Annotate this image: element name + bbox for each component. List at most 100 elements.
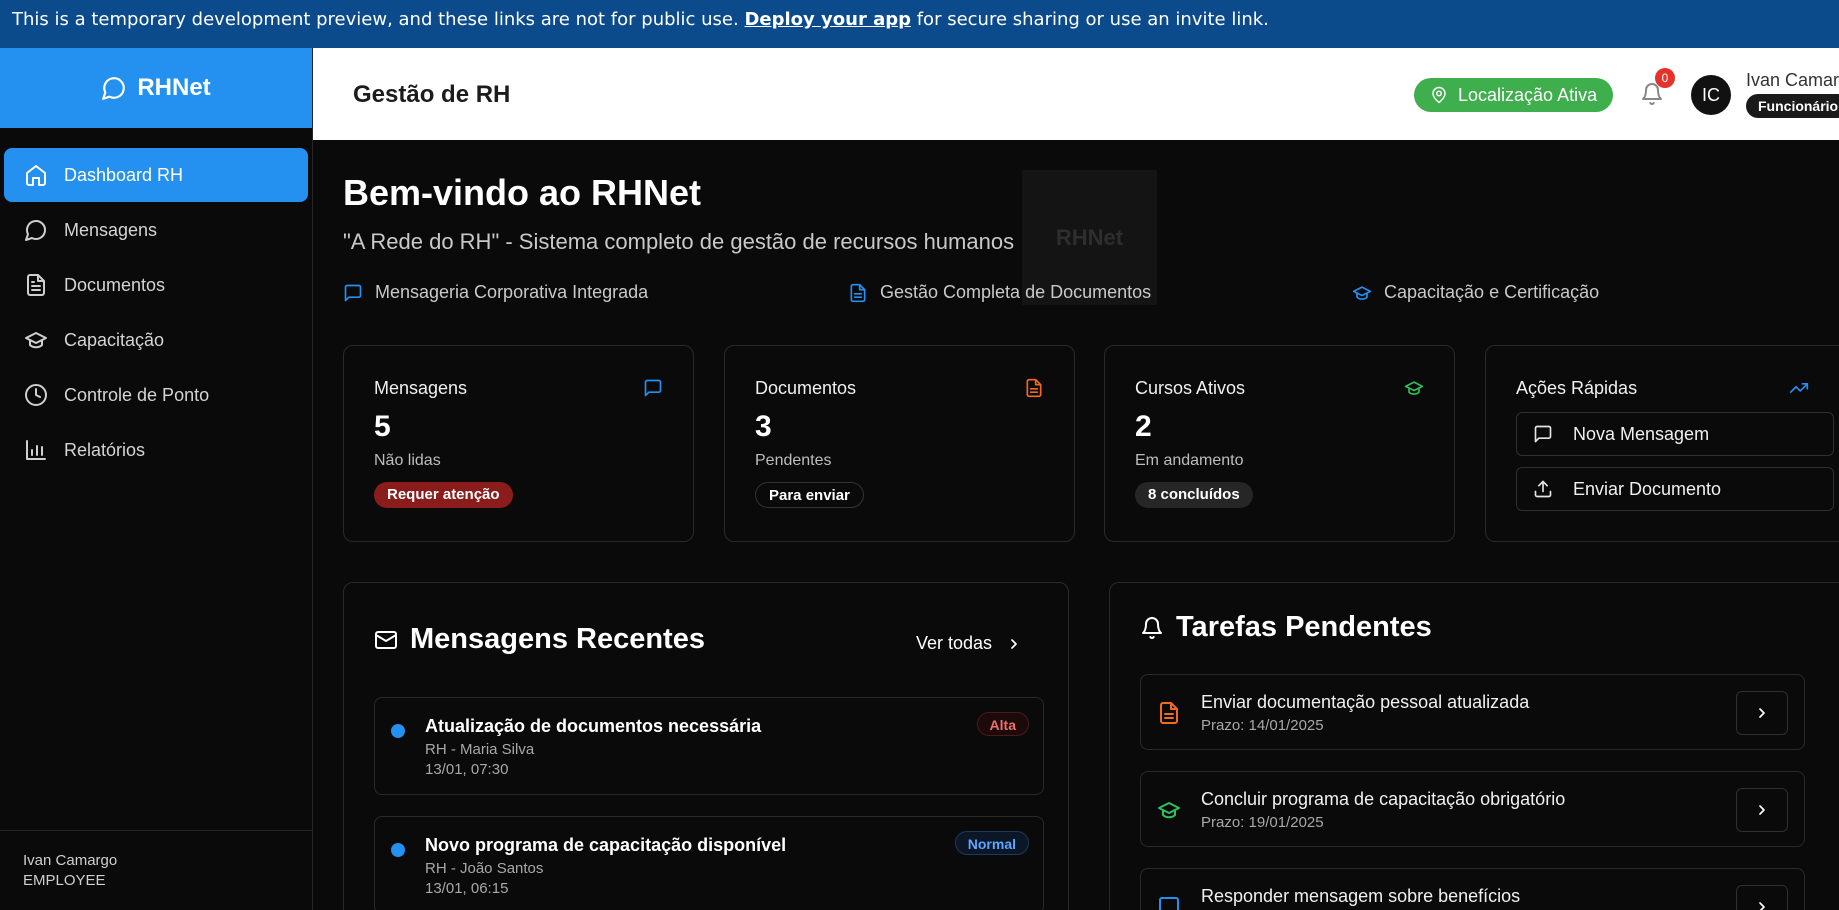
chevron-right-icon	[1759, 902, 1765, 910]
stat-card-cursos[interactable]: Cursos Ativos 2 Em andamento 8 concluído…	[1104, 345, 1455, 542]
sidebar-item-label: Documentos	[64, 274, 166, 295]
sidebar-item-controle-ponto[interactable]: Controle de Ponto	[4, 368, 308, 422]
location-label: Localização Ativa	[1458, 84, 1598, 105]
message-title: Novo programa de capacitação disponível	[425, 835, 787, 855]
unread-dot	[391, 843, 405, 857]
new-message-button[interactable]: Nova Mensagem	[1516, 412, 1834, 456]
priority-badge: Alta	[976, 712, 1029, 736]
message-list-item[interactable]: Atualização de documentos necessária RH …	[374, 697, 1044, 795]
message-title: Atualização de documentos necessária	[425, 716, 762, 736]
unread-dot	[391, 724, 405, 738]
map-pin-icon	[1432, 86, 1446, 104]
upload-document-button[interactable]: Enviar Documento	[1516, 467, 1834, 511]
sidebar-item-mensagens[interactable]: Mensagens	[4, 203, 308, 257]
mail-icon	[375, 630, 397, 649]
feature-label: Mensageria Corporativa Integrada	[375, 282, 649, 302]
avatar[interactable]: IC	[1691, 75, 1731, 115]
stat-value: 2	[1135, 410, 1152, 443]
header-user-role-badge: Funcionário	[1746, 94, 1839, 118]
message-sender: RH - Maria Silva	[425, 741, 535, 758]
brand[interactable]: RHNet	[0, 48, 312, 128]
stat-card-documentos[interactable]: Documentos 3 Pendentes Para enviar	[724, 345, 1075, 542]
upload-icon	[1534, 480, 1552, 498]
bell-icon	[1142, 616, 1162, 639]
stat-label: Mensagens	[374, 378, 468, 398]
message-list-item[interactable]: Novo programa de capacitação disponível …	[374, 816, 1044, 910]
task-item[interactable]: Responder mensagem sobre benefícios	[1140, 868, 1805, 910]
sidebar-user-info: Ivan Camargo EMPLOYEE	[0, 830, 313, 910]
stat-subtext: Não lidas	[374, 452, 441, 469]
quick-actions-card: Ações Rápidas Nova Mensagem Enviar Docum…	[1485, 345, 1839, 542]
deploy-link[interactable]: Deploy your app	[744, 9, 911, 30]
stat-value: 3	[755, 410, 772, 443]
sidebar-nav: Dashboard RH Mensagens Documentos Capaci…	[0, 128, 312, 477]
message-time: 13/01, 06:15	[425, 880, 509, 897]
panel-title-text: Tarefas Pendentes	[1176, 611, 1432, 643]
preview-banner: This is a temporary development preview,…	[0, 0, 1839, 48]
sidebar-item-capacitacao[interactable]: Capacitação	[4, 313, 308, 367]
welcome-subtitle: "A Rede do RH" - Sistema completo de ges…	[343, 229, 1015, 254]
pending-tasks-title: Tarefas Pendentes	[1140, 611, 1432, 644]
trending-up-icon	[1789, 383, 1809, 393]
message-sender: RH - João Santos	[425, 860, 544, 877]
feature-training: Capacitação e Certificação	[1352, 282, 1599, 303]
clock-icon	[25, 384, 47, 406]
message-circle-icon	[102, 77, 126, 100]
graduation-cap-icon	[25, 332, 47, 349]
sidebar: RHNet Dashboard RH Mensagens Documentos …	[0, 48, 313, 910]
page-title: Gestão de RH	[353, 81, 511, 108]
button-label: Enviar Documento	[1573, 478, 1722, 499]
button-label: Nova Mensagem	[1573, 423, 1710, 444]
task-open-button[interactable]	[1736, 691, 1788, 735]
file-text-icon	[1160, 702, 1178, 724]
sidebar-item-dashboard[interactable]: Dashboard RH	[4, 148, 308, 202]
sidebar-item-label: Capacitação	[64, 329, 165, 350]
file-text-icon	[1026, 378, 1042, 398]
sidebar-item-label: Controle de Ponto	[64, 384, 210, 405]
stat-card-mensagens[interactable]: Mensagens 5 Não lidas Requer atenção	[343, 345, 694, 542]
feature-label: Capacitação e Certificação	[1384, 282, 1600, 302]
bar-chart-icon	[26, 440, 46, 460]
task-item[interactable]: Enviar documentação pessoal atualizada P…	[1140, 674, 1805, 750]
message-square-icon	[1159, 897, 1179, 910]
location-status-badge[interactable]: Localização Ativa	[1414, 78, 1614, 112]
home-icon	[26, 165, 46, 186]
sidebar-item-relatorios[interactable]: Relatórios	[4, 423, 308, 477]
notification-count-badge: 0	[1655, 68, 1675, 88]
graduation-cap-icon	[1404, 381, 1424, 395]
stat-subtext: Pendentes	[755, 452, 832, 469]
task-open-button[interactable]	[1736, 788, 1788, 832]
top-header: Gestão de RH Localização Ativa 0 IC Ivan…	[313, 48, 1839, 140]
sidebar-user-role: EMPLOYEE	[23, 872, 106, 889]
task-open-button[interactable]	[1736, 885, 1788, 910]
task-item[interactable]: Concluir programa de capacitação obrigat…	[1140, 771, 1805, 847]
message-circle-icon	[25, 220, 46, 241]
stat-label: Documentos	[755, 378, 857, 398]
stat-value: 5	[374, 410, 391, 443]
graduation-cap-icon	[1158, 802, 1180, 819]
task-due-date: Prazo: 14/01/2025	[1201, 717, 1324, 734]
sidebar-item-documentos[interactable]: Documentos	[4, 258, 308, 312]
task-title: Concluir programa de capacitação obrigat…	[1201, 789, 1566, 809]
panel-title-text: Mensagens Recentes	[410, 623, 705, 655]
file-text-icon	[850, 283, 866, 302]
watermark-text: RHNet	[1055, 224, 1124, 250]
task-due-date: Prazo: 19/01/2025	[1201, 814, 1324, 831]
header-user-name: Ivan Camargo	[1746, 70, 1839, 90]
sidebar-user-name: Ivan Camargo	[23, 852, 118, 869]
stat-subtext: Em andamento	[1135, 452, 1244, 469]
view-all-messages-link[interactable]: Ver todas	[916, 633, 1022, 654]
quick-actions-title: Ações Rápidas	[1516, 378, 1638, 398]
message-time: 13/01, 07:30	[425, 761, 509, 778]
stat-label: Cursos Ativos	[1135, 378, 1246, 398]
graduation-cap-icon	[1352, 285, 1372, 300]
sidebar-item-label: Relatórios	[64, 439, 146, 460]
file-text-icon	[27, 274, 45, 296]
brand-name: RHNet	[137, 74, 211, 101]
message-square-icon	[344, 284, 362, 301]
sidebar-item-label: Dashboard RH	[64, 164, 184, 185]
feature-documents: Gestão Completa de Documentos	[848, 282, 1151, 303]
feature-messaging: Mensageria Corporativa Integrada	[343, 282, 648, 303]
pending-tasks-panel: Tarefas Pendentes Enviar documentação pe…	[1109, 582, 1839, 910]
view-all-label: Ver todas	[915, 633, 992, 653]
